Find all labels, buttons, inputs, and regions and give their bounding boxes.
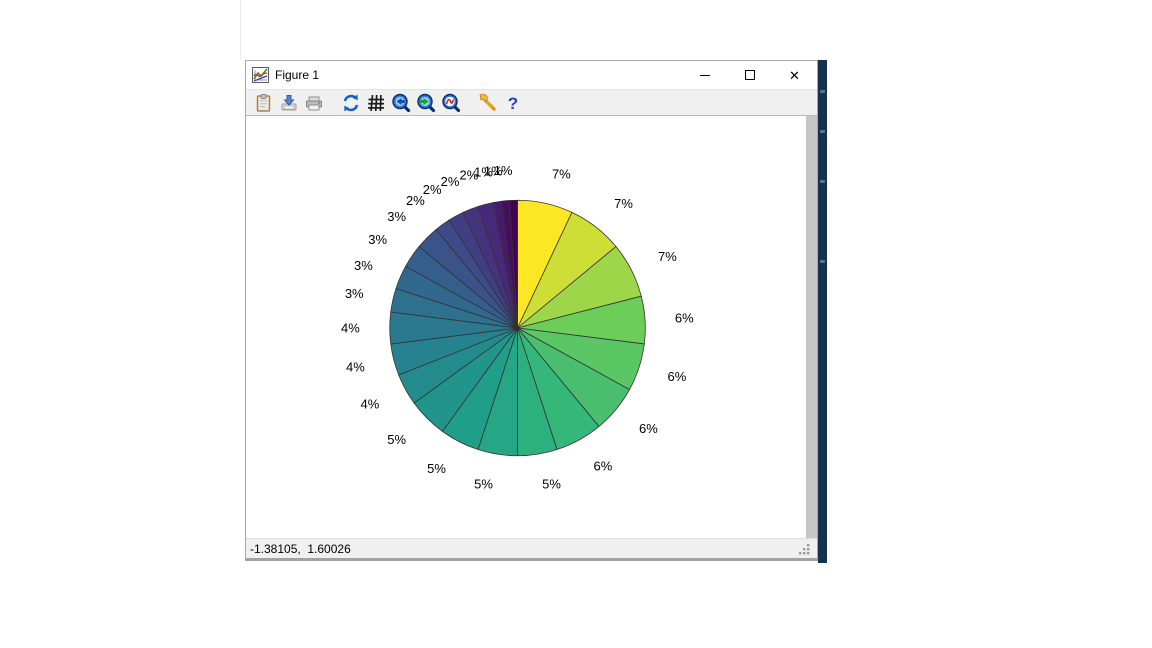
close-icon: ✕ [789,69,800,82]
help-icon: ? [503,93,523,113]
maximize-icon [745,70,755,80]
toolbar: ? [246,89,817,116]
pie-slice-label: 3% [354,258,373,273]
pie-slice-label: 2% [423,182,442,197]
resize-grip-icon[interactable] [798,543,811,556]
pie-slice-label: 1% [494,163,513,178]
title-bar[interactable]: Figure 1 ✕ [246,61,817,89]
pie-slice-label: 5% [387,432,406,447]
minimize-icon [700,75,710,76]
pie-slice-label: 6% [668,369,687,384]
pie-slice-label: 4% [346,360,365,375]
svg-text:?: ? [508,94,518,113]
figure-window: Figure 1 ✕ [245,60,818,558]
replot-button[interactable] [339,91,363,115]
window-title: Figure 1 [275,68,682,82]
export-file-button[interactable] [277,91,301,115]
zoom-next-icon [416,93,436,113]
pie-slice-label: 5% [474,476,493,491]
help-button[interactable]: ? [501,91,525,115]
window-bottom-edge [245,558,818,561]
pie-slice-label: 5% [427,461,446,476]
pie-slice-label: 6% [639,421,658,436]
minimize-button[interactable] [682,62,727,89]
pie-slice-label: 5% [542,476,561,491]
pie-slice-label: 6% [593,459,612,474]
zoom-previous-button[interactable] [389,91,413,115]
grid-toggle-icon [366,93,386,113]
minimap-mark [820,130,825,133]
maximize-button[interactable] [727,62,772,89]
copy-clipboard-button[interactable] [252,91,276,115]
background-app-strip [818,60,827,563]
print-icon [304,93,324,113]
plot-canvas[interactable]: 7%7%7%6%6%6%6%5%5%5%5%4%4%4%3%3%3%3%2%2%… [246,116,806,538]
pie-slice-label: 7% [614,196,633,211]
grid-toggle-button[interactable] [364,91,388,115]
print-button[interactable] [302,91,326,115]
pie-slice-label: 7% [552,167,571,182]
pie-slice-label: 6% [675,311,694,326]
configure-icon [478,93,498,113]
replot-icon [341,93,361,113]
minimap-mark [820,260,825,263]
status-bar: -1.38105, 1.60026 [246,538,817,558]
minimap-mark [820,180,825,183]
minimap-mark [820,90,825,93]
copy-clipboard-icon [254,93,274,113]
export-file-icon [279,93,299,113]
canvas-row: 7%7%7%6%6%6%6%5%5%5%5%4%4%4%3%3%3%3%2%2%… [246,116,817,538]
canvas-right-margin [806,116,817,538]
pie-slice-label: 3% [368,232,387,247]
pie-slice-label: 4% [341,320,360,335]
background-window-edge [240,0,241,60]
configure-button[interactable] [476,91,500,115]
autoscale-button[interactable] [439,91,463,115]
zoom-previous-icon [391,93,411,113]
pie-slice-label: 3% [387,209,406,224]
pie-slice-label: 2% [441,174,460,189]
pie-slice-label: 7% [658,249,677,264]
zoom-next-button[interactable] [414,91,438,115]
pie-slice-label: 3% [345,286,364,301]
pie-slice-label: 4% [361,396,380,411]
mouse-coordinates: -1.38105, 1.60026 [246,542,351,556]
gnuplot-figure-icon [252,67,269,83]
close-button[interactable]: ✕ [772,62,817,89]
autoscale-icon [441,93,461,113]
